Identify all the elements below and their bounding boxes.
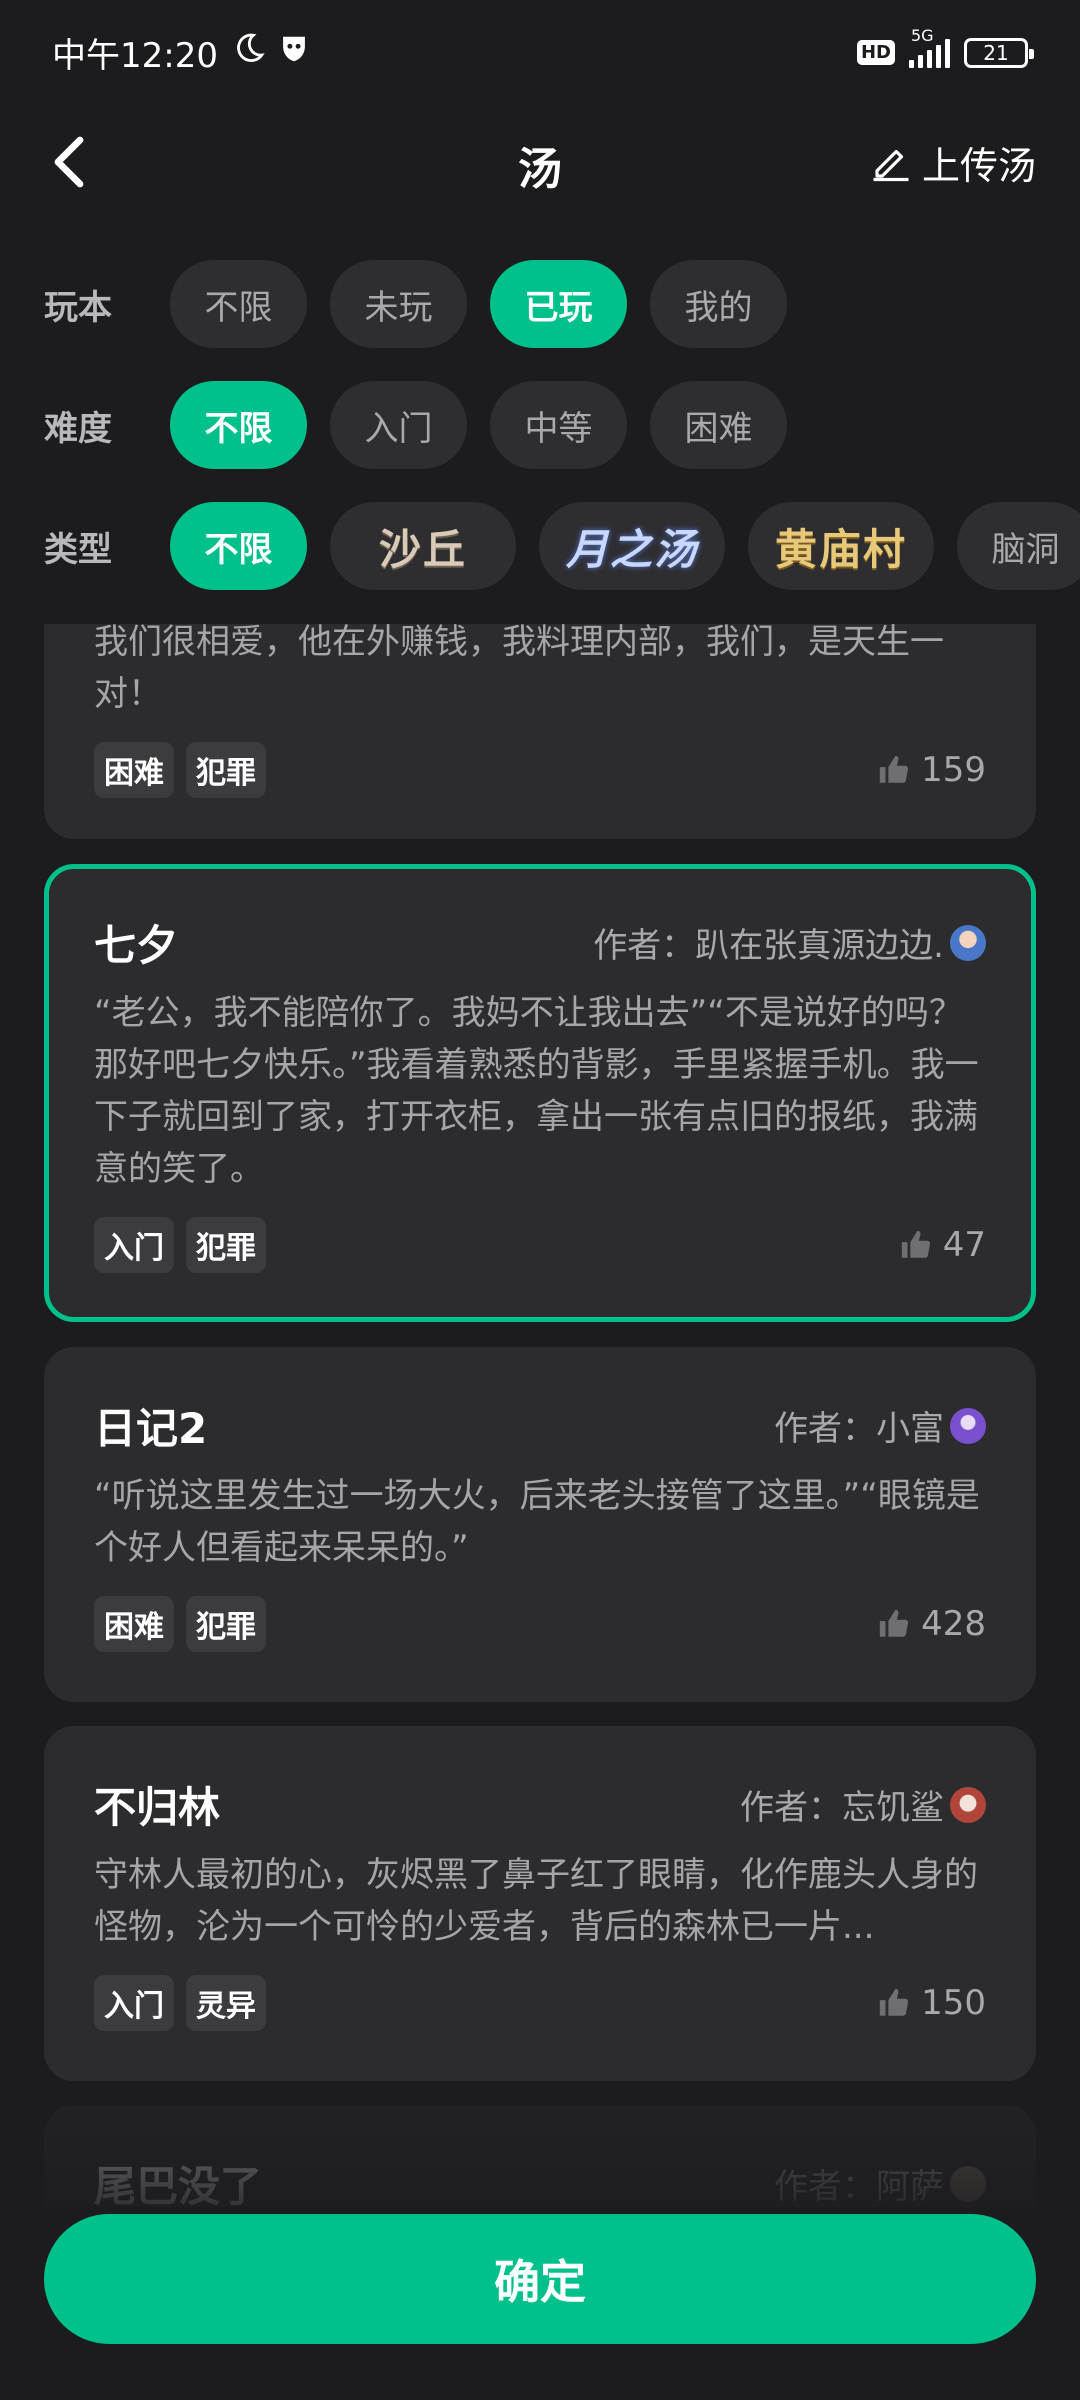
like-number: 428 [921, 1604, 986, 1644]
card-header: 日记2 作者：小富 [94, 1395, 986, 1456]
pencil-icon [873, 149, 909, 182]
filter-row-play: 玩本 不限 未玩 已玩 我的 [0, 258, 1080, 350]
card-title: 不归林 [94, 1783, 221, 1832]
chip-play-played[interactable]: 已玩 [490, 260, 627, 348]
tag: 困难 [94, 742, 174, 798]
story-card[interactable]: 不归林 作者：忘饥鲨 守林人最初的心，灰烬黑了鼻子红了眼睛，化作鹿头人身的怪物，… [44, 1726, 1036, 2081]
card-author: 作者：小富 [774, 1401, 986, 1450]
tag: 入门 [94, 1975, 174, 2031]
filter-label-difficulty: 难度 [44, 408, 112, 449]
card-title: 尾巴没了 [94, 2162, 263, 2207]
card-author: 作者：忘饥鲨 [740, 1780, 986, 1829]
avatar [950, 1407, 986, 1444]
tag: 犯罪 [186, 1596, 266, 1652]
like-number: 150 [921, 1983, 986, 2023]
card-description: 我们很相爱，他在外赚钱，我料理内部，我们，是天生一对！ [94, 624, 944, 714]
moon-icon [232, 31, 266, 74]
like-count[interactable]: 159 [877, 750, 986, 790]
filter-label-play: 玩本 [44, 287, 112, 328]
tag: 入门 [94, 1217, 174, 1273]
card-footer: 困难 犯罪 159 [94, 742, 986, 798]
story-list[interactable]: 我们很相爱，他在外赚钱，我料理内部，我们，是天生一对！ 困难 犯罪 159 七夕… [0, 624, 1080, 2207]
story-card[interactable]: 我们很相爱，他在外赚钱，我料理内部，我们，是天生一对！ 困难 犯罪 159 [44, 624, 1036, 839]
card-footer: 入门 灵异 150 [94, 1975, 986, 2031]
filter-row-difficulty: 难度 不限 入门 中等 困难 [0, 379, 1080, 471]
card-author: 作者：阿萨 [774, 2159, 986, 2207]
filter-row-type: 类型 不限 沙丘 月之汤 黄庙村 脑洞 [0, 500, 1080, 592]
chip-type-any[interactable]: 不限 [170, 502, 307, 590]
card-description: “听说这里发生过一场大火，后来老头接管了这里。”“眼镜是个好人但看起来呆呆的。” [94, 1476, 980, 1568]
filter-label-type: 类型 [44, 529, 112, 570]
network-type: 5G [911, 25, 934, 45]
chip-type-huangmiaocun-logo[interactable]: 黄庙村 [748, 502, 934, 590]
author-name: 作者：忘饥鲨 [740, 1788, 944, 1828]
story-card[interactable]: 尾巴没了 作者：阿萨 [44, 2105, 1036, 2207]
chip-difficulty-hard[interactable]: 困难 [650, 381, 787, 469]
tag: 灵异 [186, 1975, 266, 2031]
card-description: 守林人最初的心，灰烬黑了鼻子红了眼睛，化作鹿头人身的怪物，沦为一个可怜的少爱者，… [94, 1855, 978, 1947]
tag: 犯罪 [186, 1217, 266, 1273]
status-bar: 中午12:20 HD 5G 21 [0, 0, 1080, 105]
like-count[interactable]: 428 [877, 1604, 986, 1644]
avatar [950, 2165, 986, 2202]
like-number: 47 [942, 1225, 986, 1265]
mask-icon [280, 33, 308, 73]
like-count[interactable]: 150 [877, 1983, 986, 2023]
status-time: 中午12:20 [52, 36, 218, 76]
card-description: “老公，我不能陪你了。我妈不让我出去”“不是说好的吗？那好吧七夕快乐。”我看着熟… [94, 993, 979, 1189]
confirm-button[interactable]: 确定 [44, 2214, 1036, 2344]
upload-button[interactable]: 上传汤 [870, 127, 1036, 197]
avatar [950, 924, 986, 961]
upload-label: 上传汤 [921, 143, 1036, 188]
like-number: 159 [921, 750, 986, 790]
author-name: 作者：小富 [774, 1409, 944, 1449]
card-header: 七夕 作者：趴在张真源边边. [94, 912, 986, 973]
thumbs-up-icon [879, 1988, 909, 2016]
chip-play-unplayed[interactable]: 未玩 [330, 260, 467, 348]
page-title: 汤 [518, 144, 562, 195]
author-name: 作者：趴在张真源边边. [593, 926, 944, 966]
tag: 困难 [94, 1596, 174, 1652]
author-name: 作者：阿萨 [774, 2167, 944, 2207]
chip-type-yuezhitang-logo[interactable]: 月之汤 [539, 502, 725, 590]
battery-level: 21 [983, 40, 1009, 65]
back-button[interactable] [48, 127, 98, 197]
chip-difficulty-any[interactable]: 不限 [170, 381, 307, 469]
chip-difficulty-medium[interactable]: 中等 [490, 381, 627, 469]
like-count[interactable]: 47 [899, 1225, 986, 1265]
card-header: 尾巴没了 作者：阿萨 [94, 2153, 986, 2207]
card-title: 日记2 [94, 1404, 208, 1453]
story-card[interactable]: 日记2 作者：小富 “听说这里发生过一场大火，后来老头接管了这里。”“眼镜是个好… [44, 1347, 1036, 1702]
thumbs-up-icon [901, 1230, 930, 1258]
filter-panel: 玩本 不限 未玩 已玩 我的 难度 不限 入门 中等 困难 类型 不限 沙丘 月… [0, 258, 1080, 621]
chip-play-any[interactable]: 不限 [170, 260, 307, 348]
chip-difficulty-beginner[interactable]: 入门 [330, 381, 467, 469]
thumbs-up-icon [879, 1609, 909, 1637]
card-author: 作者：趴在张真源边边. [593, 918, 986, 967]
card-footer: 困难 犯罪 428 [94, 1596, 986, 1652]
chip-play-mine[interactable]: 我的 [650, 260, 787, 348]
battery-icon: 21 [964, 37, 1034, 68]
card-footer: 入门 犯罪 47 [94, 1217, 986, 1273]
chip-type-naodong[interactable]: 脑洞 [957, 502, 1080, 590]
avatar [950, 1786, 986, 1823]
story-card-selected[interactable]: 七夕 作者：趴在张真源边边. “老公，我不能陪你了。我妈不让我出去”“不是说好的… [44, 864, 1036, 1322]
header: 汤 上传汤 [0, 105, 1080, 225]
card-title: 七夕 [94, 921, 179, 970]
thumbs-up-icon [879, 755, 909, 783]
card-header: 不归林 作者：忘饥鲨 [94, 1774, 986, 1835]
signal-icon: 5G [909, 26, 950, 68]
chip-type-shaqiu-logo[interactable]: 沙丘 [330, 502, 516, 590]
chevron-left-icon [54, 136, 84, 188]
tag: 犯罪 [186, 742, 266, 798]
hd-badge: HD [856, 40, 895, 65]
